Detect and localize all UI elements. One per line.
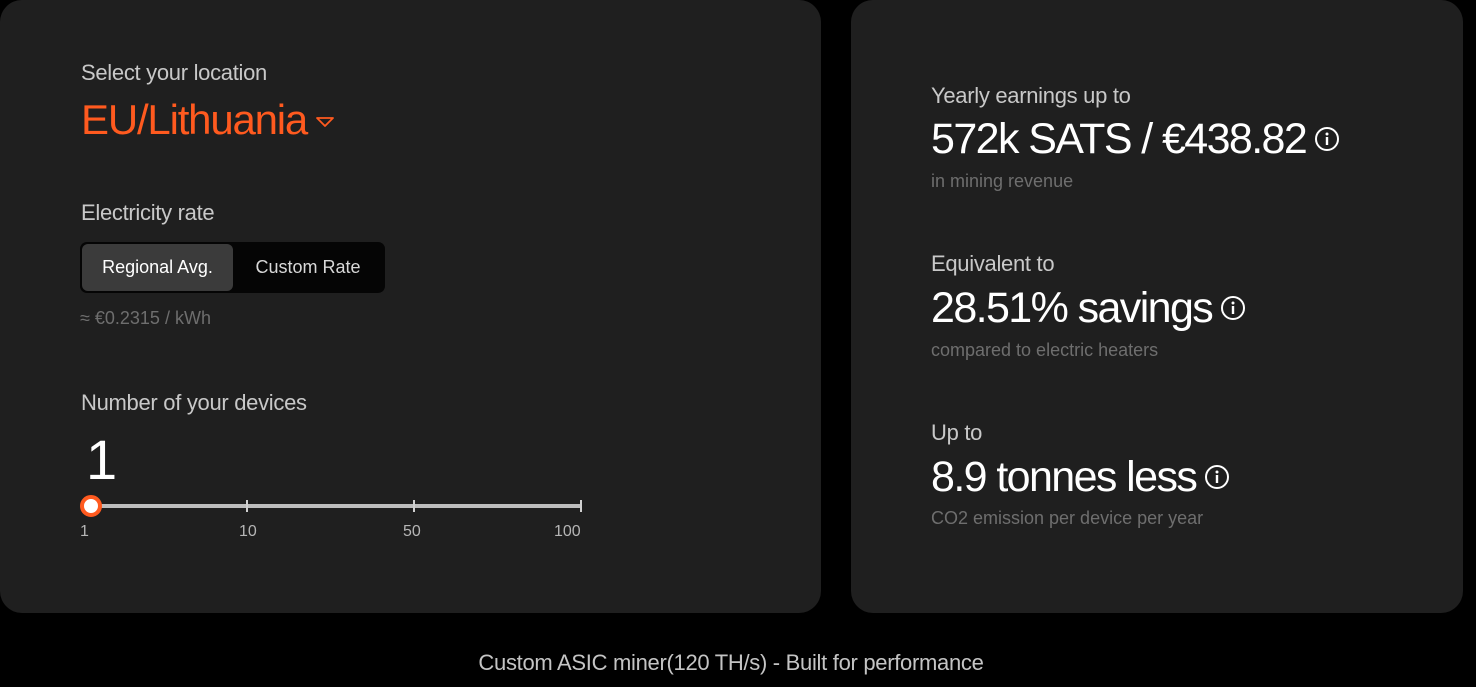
earnings-value-row: 572k SATS / €438.82: [931, 114, 1340, 164]
slider-tick-label: 1: [80, 523, 89, 540]
product-caption: Custom ASIC miner(120 TH/s) - Built for …: [478, 650, 984, 675]
co2-sub: CO2 emission per device per year: [931, 508, 1204, 528]
custom-rate-option[interactable]: Custom Rate: [233, 244, 383, 291]
location-label: Select your location: [81, 60, 267, 85]
savings-value-row: 28.51% savings: [931, 283, 1246, 333]
earnings-sub: in mining revenue: [931, 171, 1074, 191]
co2-value-row: 8.9 tonnes less: [931, 452, 1230, 502]
info-icon[interactable]: [1220, 295, 1246, 321]
co2-value: 8.9 tonnes less: [931, 453, 1198, 501]
slider-tick-label: 100: [554, 523, 581, 540]
slider-tick: [413, 500, 415, 512]
location-selector[interactable]: EU/Lithuania: [81, 96, 335, 144]
device-count-value: 1: [86, 428, 118, 491]
slider-tick-label: 10: [239, 523, 257, 540]
location-value: EU/Lithuania: [81, 96, 308, 143]
earnings-value: 572k SATS / €438.82: [931, 115, 1308, 163]
info-icon[interactable]: [1204, 464, 1230, 490]
devices-slider[interactable]: [80, 495, 582, 517]
savings-sub: compared to electric heaters: [931, 340, 1159, 360]
electricity-rate-value: ≈ €0.2315 / kWh: [80, 308, 211, 328]
slider-tick-label: 50: [403, 523, 421, 540]
savings-label: Equivalent to: [931, 251, 1055, 276]
calculator-stage: Select your location EU/Lithuania Electr…: [0, 0, 1476, 687]
devices-label: Number of your devices: [81, 390, 307, 415]
slider-thumb[interactable]: [80, 495, 102, 517]
earnings-label: Yearly earnings up to: [931, 83, 1131, 108]
info-icon[interactable]: [1314, 126, 1340, 152]
calculator-input-panel: [0, 0, 821, 613]
slider-tick: [246, 500, 248, 512]
slider-tick: [580, 500, 582, 512]
electricity-rate-label: Electricity rate: [81, 200, 215, 225]
savings-value: 28.51% savings: [931, 284, 1214, 332]
electricity-rate-toggle: Regional Avg. Custom Rate: [80, 242, 385, 293]
co2-label: Up to: [931, 420, 983, 445]
regional-avg-option[interactable]: Regional Avg.: [82, 244, 233, 291]
chevron-down-icon: [316, 117, 335, 127]
